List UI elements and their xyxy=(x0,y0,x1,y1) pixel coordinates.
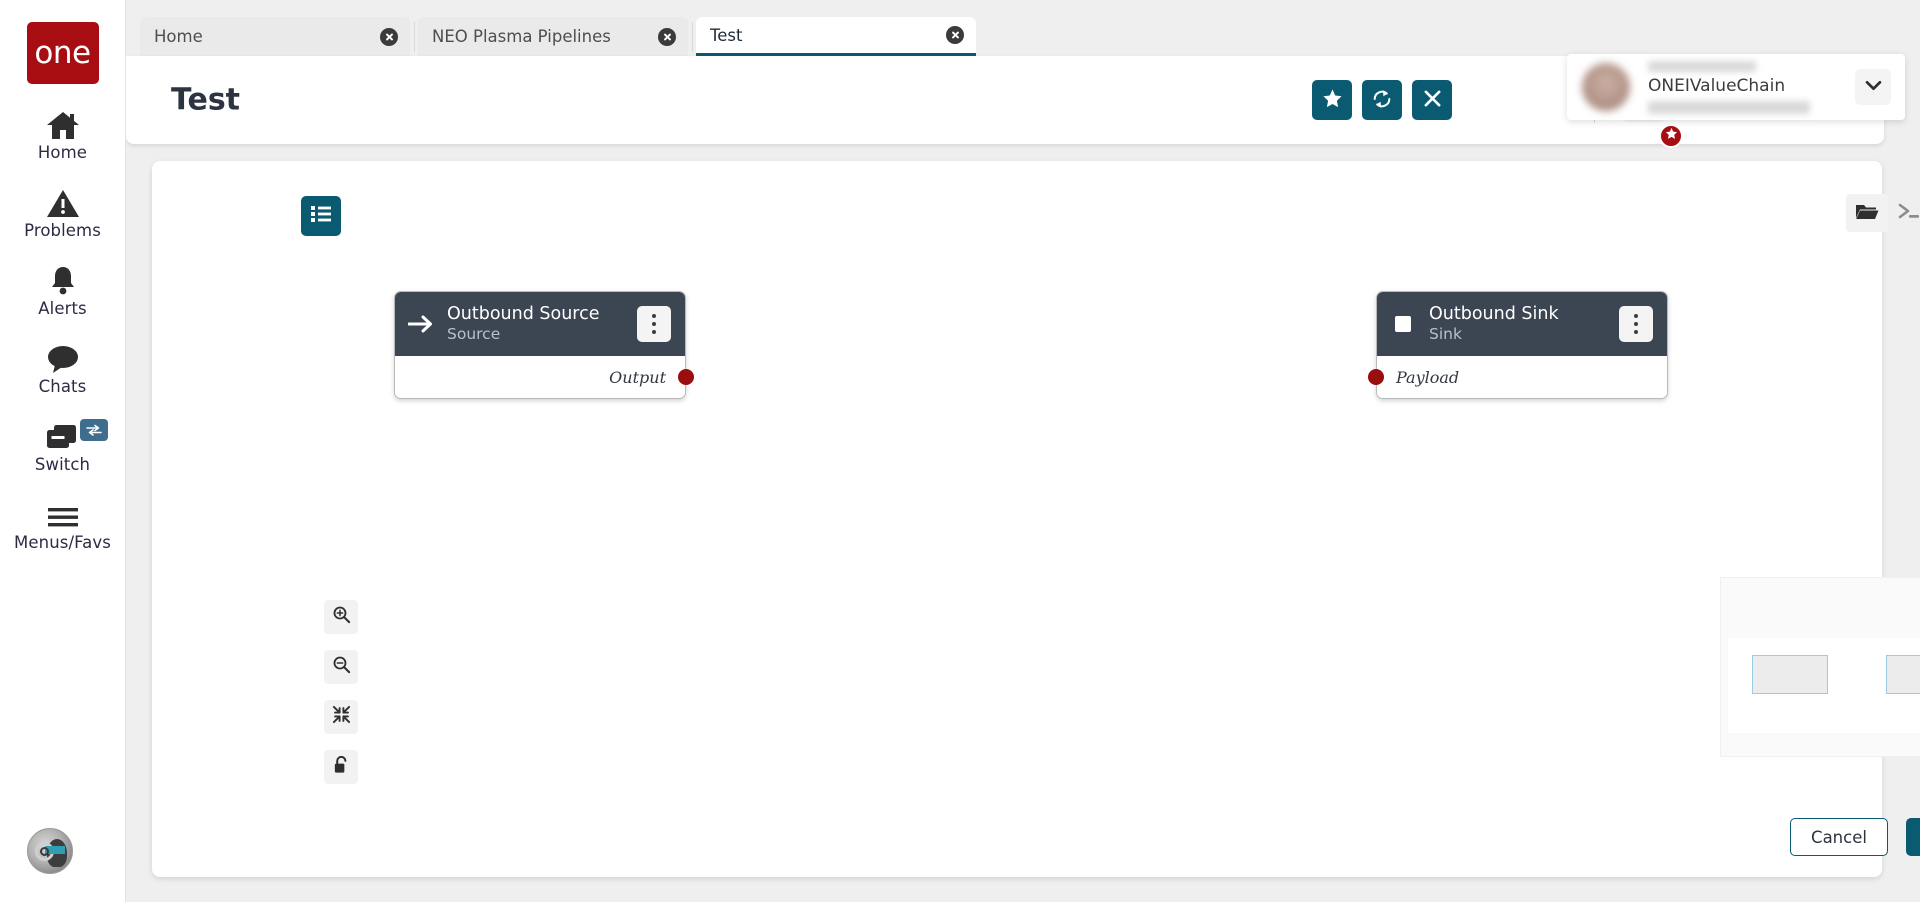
warning-triangle-icon xyxy=(46,184,80,218)
main-area: Home NEO Plasma Pipelines Test Test ONEI… xyxy=(126,0,1920,902)
unlock-icon xyxy=(332,755,351,780)
minimap-node xyxy=(1886,655,1920,694)
canvas-zoom-toolbar xyxy=(324,600,358,800)
tab-test[interactable]: Test xyxy=(696,17,976,56)
avatar xyxy=(1582,63,1630,111)
cancel-button[interactable]: Cancel xyxy=(1790,818,1888,856)
save-button[interactable]: Save xyxy=(1906,818,1920,856)
tab-test-close-icon[interactable] xyxy=(946,26,964,44)
swap-arrows-icon[interactable] xyxy=(79,419,108,441)
flow-node-outbound-sink[interactable]: Outbound Sink Sink Payload xyxy=(1368,291,1668,399)
sidebar-item-chats[interactable]: Chats xyxy=(0,340,126,396)
flow-node-outbound-source[interactable]: Outbound Source Source Output xyxy=(394,291,694,399)
tab-home-label: Home xyxy=(154,27,203,46)
zoom-out-button[interactable] xyxy=(324,650,358,684)
node-subtitle: Source xyxy=(447,324,501,343)
node-header: Outbound Source Source xyxy=(395,292,685,356)
lock-canvas-button[interactable] xyxy=(324,750,358,784)
node-ports: Payload xyxy=(1368,356,1667,398)
chevron-down-icon xyxy=(1865,78,1882,96)
sidebar-item-alerts-label: Alerts xyxy=(38,299,87,318)
node-title-block: Outbound Sink Sink xyxy=(1429,304,1619,344)
sidebar-item-menus-favs[interactable]: Menus/Favs xyxy=(0,496,126,552)
close-x-icon xyxy=(1423,89,1442,111)
user-name: ONEIValueChain xyxy=(1648,75,1786,96)
favorites-badge[interactable] xyxy=(1659,124,1683,148)
sidebar-item-problems[interactable]: Problems xyxy=(0,184,126,240)
sidebar-item-home-label: Home xyxy=(37,143,88,162)
user-text-block: ONEIValueChain xyxy=(1648,60,1828,114)
user-menu-toggle[interactable] xyxy=(1855,69,1891,105)
star-icon xyxy=(1665,127,1678,145)
tab-home-close-icon[interactable] xyxy=(380,27,398,46)
node-title-block: Outbound Source Source xyxy=(447,304,637,344)
sidebar-item-home[interactable]: Home xyxy=(0,106,126,162)
windows-stack-icon xyxy=(44,418,82,452)
open-folder-tool[interactable] xyxy=(1846,194,1888,232)
node-ports: Output xyxy=(395,356,694,398)
canvas-toolbar xyxy=(1846,194,1920,232)
minimap-node xyxy=(1752,655,1828,694)
node-options-button[interactable] xyxy=(637,306,671,342)
sidebar-item-menus-favs-label: Menus/Favs xyxy=(14,533,111,552)
chat-bubble-icon xyxy=(46,340,80,374)
user-redacted-line-top xyxy=(1648,60,1756,72)
port-label-output: Output xyxy=(609,367,666,387)
node-title: Outbound Source xyxy=(447,303,600,324)
minimap-viewport[interactable] xyxy=(1728,638,1920,733)
tab-neo-plasma-pipelines-close-icon[interactable] xyxy=(658,27,676,46)
user-account-chip[interactable]: ONEIValueChain xyxy=(1567,54,1905,120)
input-port-dot[interactable] xyxy=(1368,369,1384,385)
node-header: Outbound Sink Sink xyxy=(1377,292,1667,356)
star-icon xyxy=(1322,88,1343,112)
output-port-dot[interactable] xyxy=(678,369,694,385)
tab-test-label: Test xyxy=(710,25,743,45)
tab-home[interactable]: Home xyxy=(140,17,410,56)
tab-neo-plasma-pipelines[interactable]: NEO Plasma Pipelines xyxy=(418,17,688,56)
zoom-in-icon xyxy=(332,605,351,629)
canvas-minimap[interactable] xyxy=(1720,577,1920,757)
list-view-toggle-button[interactable] xyxy=(301,196,341,236)
terminal-icon xyxy=(1897,201,1920,226)
port-label-payload: Payload xyxy=(1396,367,1460,387)
pipeline-canvas[interactable] xyxy=(152,161,1882,877)
tab-neo-plasma-pipelines-label: NEO Plasma Pipelines xyxy=(432,27,611,46)
hamburger-icon xyxy=(46,496,80,530)
favorite-button[interactable] xyxy=(1312,80,1352,120)
sidebar-item-alerts[interactable]: Alerts xyxy=(0,262,126,318)
arrow-right-icon xyxy=(395,313,447,335)
zoom-in-button[interactable] xyxy=(324,600,358,634)
refresh-button[interactable] xyxy=(1362,80,1402,120)
left-sidebar: one Home Problems Alerts Chats Switch Me… xyxy=(0,0,126,902)
refresh-icon xyxy=(1371,88,1393,113)
sidebar-item-switch[interactable]: Switch xyxy=(0,418,126,474)
collapse-arrows-icon xyxy=(332,705,351,729)
node-title: Outbound Sink xyxy=(1429,303,1559,324)
folder-open-icon xyxy=(1855,201,1879,226)
sidebar-item-chats-label: Chats xyxy=(38,377,87,396)
home-icon xyxy=(46,106,80,140)
fit-to-screen-button[interactable] xyxy=(324,700,358,734)
zoom-out-icon xyxy=(332,655,351,679)
close-button[interactable] xyxy=(1412,80,1452,120)
page-title: Test xyxy=(171,82,241,118)
tab-strip: Home NEO Plasma Pipelines Test xyxy=(126,0,1920,56)
bell-icon xyxy=(47,262,79,296)
user-redacted-line-bottom xyxy=(1648,100,1810,114)
node-options-button[interactable] xyxy=(1619,306,1653,342)
node-subtitle: Sink xyxy=(1429,324,1462,343)
sidebar-item-problems-label: Problems xyxy=(24,221,101,240)
square-outline-icon xyxy=(1377,313,1429,335)
robot-head-avatar-icon[interactable] xyxy=(27,828,73,874)
brand-logo[interactable]: one xyxy=(26,22,99,84)
terminal-tool[interactable] xyxy=(1888,194,1920,232)
footer-actions: Cancel Save xyxy=(1790,818,1920,856)
brand-wordmark: one xyxy=(34,35,91,71)
list-icon xyxy=(310,204,332,229)
sidebar-item-switch-label: Switch xyxy=(34,455,91,474)
